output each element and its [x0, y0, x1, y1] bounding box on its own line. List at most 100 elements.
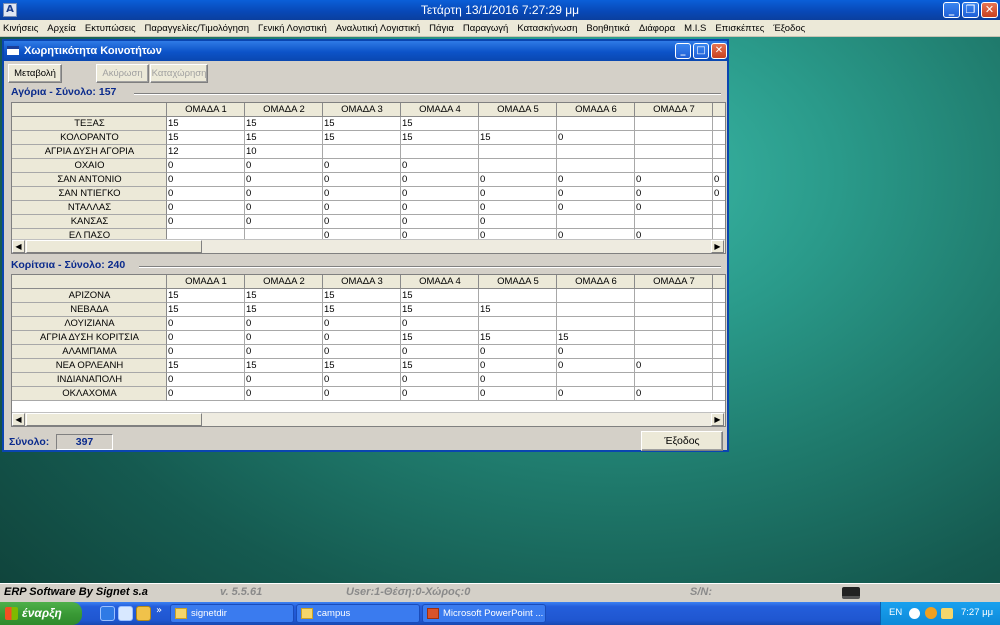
- column-header[interactable]: ΟΜΑΔΑ 2: [245, 275, 323, 289]
- capacity-cell[interactable]: 0: [401, 345, 479, 359]
- capacity-cell[interactable]: 0: [245, 215, 323, 229]
- capacity-cell[interactable]: [557, 215, 635, 229]
- capacity-cell[interactable]: 0: [401, 159, 479, 173]
- table-row[interactable]: ΝΕΒΑΔΑ 15 15 15 15 15: [12, 303, 725, 317]
- capacity-cell[interactable]: 0: [635, 173, 713, 187]
- minimize-icon[interactable]: _: [943, 2, 960, 18]
- capacity-cell[interactable]: [713, 373, 725, 387]
- menu-item[interactable]: Παραγωγή: [463, 23, 508, 34]
- menu-item[interactable]: Κατασκήνωση: [517, 23, 577, 34]
- capacity-cell[interactable]: 0: [401, 373, 479, 387]
- capacity-cell[interactable]: [479, 317, 557, 331]
- start-button[interactable]: έναρξη: [0, 602, 82, 625]
- capacity-cell[interactable]: 0: [401, 387, 479, 401]
- capacity-cell[interactable]: 0: [245, 345, 323, 359]
- capacity-cell[interactable]: 0: [479, 201, 557, 215]
- column-header[interactable]: ΟΜΑΔΑ 1: [167, 103, 245, 117]
- capacity-cell[interactable]: [713, 117, 725, 131]
- minimize-icon[interactable]: _: [675, 43, 691, 59]
- menu-item[interactable]: Επισκέπτες: [715, 23, 764, 34]
- table-row[interactable]: ΚΑΝΣΑΣ 0 0 0 0 0: [12, 215, 725, 229]
- column-header[interactable]: ΟΜΑΔΑ 1: [167, 275, 245, 289]
- capacity-cell[interactable]: 0: [479, 373, 557, 387]
- scroll-left-icon[interactable]: ◀: [12, 413, 25, 426]
- capacity-cell[interactable]: [713, 215, 725, 229]
- column-header[interactable]: ΟΜΑΔΑ 5: [479, 103, 557, 117]
- browser-icon[interactable]: [100, 606, 115, 621]
- capacity-cell[interactable]: 0: [557, 201, 635, 215]
- capacity-cell[interactable]: 0: [323, 387, 401, 401]
- menu-item[interactable]: Αναλυτική Λογιστική: [336, 23, 420, 34]
- capacity-cell[interactable]: [401, 145, 479, 159]
- capacity-cell[interactable]: 0: [557, 187, 635, 201]
- capacity-cell[interactable]: 15: [245, 131, 323, 145]
- capacity-cell[interactable]: 15: [479, 331, 557, 345]
- table-row[interactable]: ΙΝΔΙΑΝΑΠΟΛΗ 0 0 0 0 0: [12, 373, 725, 387]
- capacity-cell[interactable]: 0: [245, 187, 323, 201]
- task-powerpoint[interactable]: Microsoft PowerPoint ...: [422, 604, 546, 623]
- capacity-cell[interactable]: 0: [167, 331, 245, 345]
- capacity-cell[interactable]: 0: [245, 373, 323, 387]
- capacity-cell[interactable]: [713, 289, 725, 303]
- capacity-cell[interactable]: 0: [557, 173, 635, 187]
- girls-grid[interactable]: ΟΜΑΔΑ 1 ΟΜΑΔΑ 2 ΟΜΑΔΑ 3 ΟΜΑΔΑ 4 ΟΜΑΔΑ 5 ΟΜΑΔΑ…: [11, 274, 726, 427]
- close-icon[interactable]: ✕: [981, 2, 998, 18]
- capacity-cell[interactable]: [713, 387, 725, 401]
- wifi-icon[interactable]: [941, 608, 953, 619]
- chevron-right-icon[interactable]: »: [156, 605, 162, 616]
- capacity-cell[interactable]: 15: [167, 131, 245, 145]
- menu-item[interactable]: Παραγγελίες/Τιμολόγηση: [145, 23, 250, 34]
- capacity-cell[interactable]: 0: [323, 159, 401, 173]
- capacity-cell[interactable]: 0: [245, 317, 323, 331]
- table-row[interactable]: ΟΚΛΑΧΟΜΑ 0 0 0 0 0 0 0: [12, 387, 725, 401]
- capacity-cell[interactable]: 0: [479, 173, 557, 187]
- menu-item[interactable]: Κινήσεις: [3, 23, 38, 34]
- capacity-cell[interactable]: [713, 131, 725, 145]
- capacity-cell[interactable]: 0: [323, 331, 401, 345]
- scroll-thumb[interactable]: [26, 240, 202, 253]
- restore-icon[interactable]: ❐: [962, 2, 979, 18]
- maximize-icon[interactable]: □: [693, 43, 709, 59]
- capacity-cell[interactable]: 0: [167, 387, 245, 401]
- menu-item[interactable]: Πάγια: [429, 23, 454, 34]
- capacity-cell[interactable]: [323, 145, 401, 159]
- column-header[interactable]: [713, 275, 725, 289]
- capacity-cell[interactable]: [713, 359, 725, 373]
- table-row[interactable]: ΑΓΡΙΑ ΔΥΣΗ ΑΓΟΡΙΑ 12 10: [12, 145, 725, 159]
- capacity-cell[interactable]: [635, 331, 713, 345]
- capacity-cell[interactable]: 0: [323, 201, 401, 215]
- capacity-cell[interactable]: [713, 345, 725, 359]
- capacity-cell[interactable]: [635, 303, 713, 317]
- capacity-cell[interactable]: 0: [167, 201, 245, 215]
- task-campus[interactable]: campus: [296, 604, 420, 623]
- capacity-cell[interactable]: [479, 159, 557, 173]
- column-header[interactable]: ΟΜΑΔΑ 7: [635, 275, 713, 289]
- capacity-cell[interactable]: [557, 159, 635, 173]
- column-header[interactable]: ΟΜΑΔΑ 5: [479, 275, 557, 289]
- capacity-cell[interactable]: 15: [245, 359, 323, 373]
- language-indicator[interactable]: EN: [889, 607, 902, 618]
- capacity-cell[interactable]: [713, 303, 725, 317]
- capacity-cell[interactable]: 0: [167, 187, 245, 201]
- capacity-cell[interactable]: 0: [401, 173, 479, 187]
- capacity-cell[interactable]: [557, 145, 635, 159]
- capacity-cell[interactable]: 15: [323, 289, 401, 303]
- table-row[interactable]: ΛΟΥΙΖΙΑΝΑ 0 0 0 0: [12, 317, 725, 331]
- exit-button[interactable]: Έξοδος: [641, 431, 723, 451]
- capacity-cell[interactable]: 15: [401, 359, 479, 373]
- capacity-cell[interactable]: 15: [245, 289, 323, 303]
- capacity-cell[interactable]: 15: [323, 117, 401, 131]
- explorer-icon[interactable]: [136, 606, 151, 621]
- table-row[interactable]: ΣΑΝ ΑΝΤΟΝΙΟ 0 0 0 0 0 0 0 0: [12, 173, 725, 187]
- table-row[interactable]: ΤΕΞΑΣ 15 15 15 15: [12, 117, 725, 131]
- capacity-cell[interactable]: 15: [167, 359, 245, 373]
- menu-item[interactable]: Βοηθητικά: [586, 23, 629, 34]
- capacity-cell[interactable]: [635, 345, 713, 359]
- capacity-cell[interactable]: 0: [167, 345, 245, 359]
- capacity-cell[interactable]: 0: [479, 215, 557, 229]
- menu-item[interactable]: Έξοδος: [773, 23, 805, 34]
- capacity-cell[interactable]: 0: [557, 359, 635, 373]
- column-header[interactable]: ΟΜΑΔΑ 6: [557, 103, 635, 117]
- capacity-cell[interactable]: 15: [479, 131, 557, 145]
- scroll-thumb[interactable]: [26, 413, 202, 426]
